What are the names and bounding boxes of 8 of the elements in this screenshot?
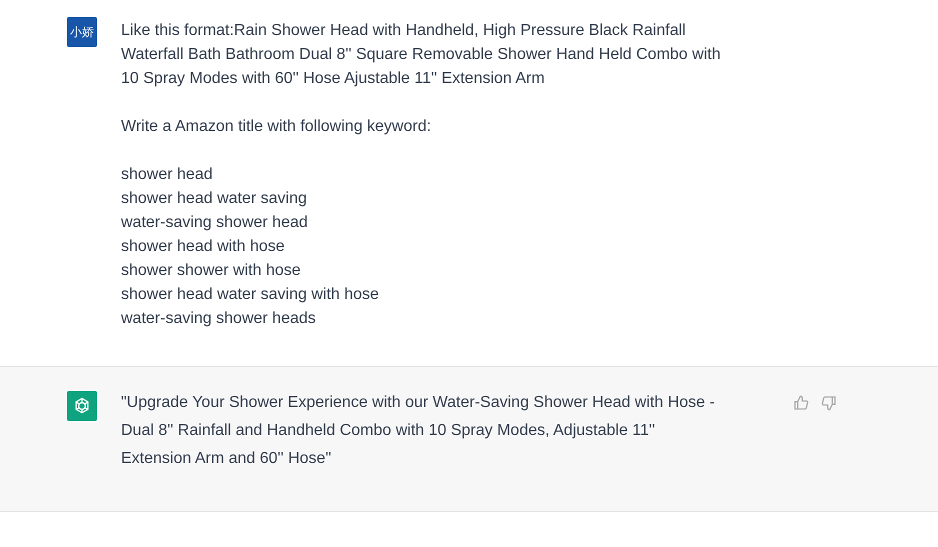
- user-avatar: 小娇: [67, 17, 97, 47]
- prompt-text: Like this format:Rain Shower Head with Handheld, High Pressure Black Rainfall Waterfall Bath Bathroom Dual 8'' Square Removable Shower Hand Held Combo with 10 Spray Modes with 60'' Hose Ajustable 11'' Extension Arm: [121, 21, 722, 89]
- thumbs-up-icon[interactable]: [793, 395, 809, 411]
- response-text: "Upgrade Your Shower Experience with our Water-Saving Shower Head with Hose - Dual 8'' Rainfall and Handheld Combo with 10 Spray Modes, Adjustable 11'' Extension Arm and 60'' Hose": [121, 393, 716, 469]
- assistant-avatar-icon: [67, 391, 97, 421]
- prompt-text: shower head shower head water saving water-saving shower head shower head with hose shower shower with hose shower head water saving with hose water-saving shower heads: [121, 165, 380, 329]
- prompt-text: Write a Amazon title with following keyword:: [121, 117, 432, 137]
- thumbs-down-icon[interactable]: [821, 395, 837, 411]
